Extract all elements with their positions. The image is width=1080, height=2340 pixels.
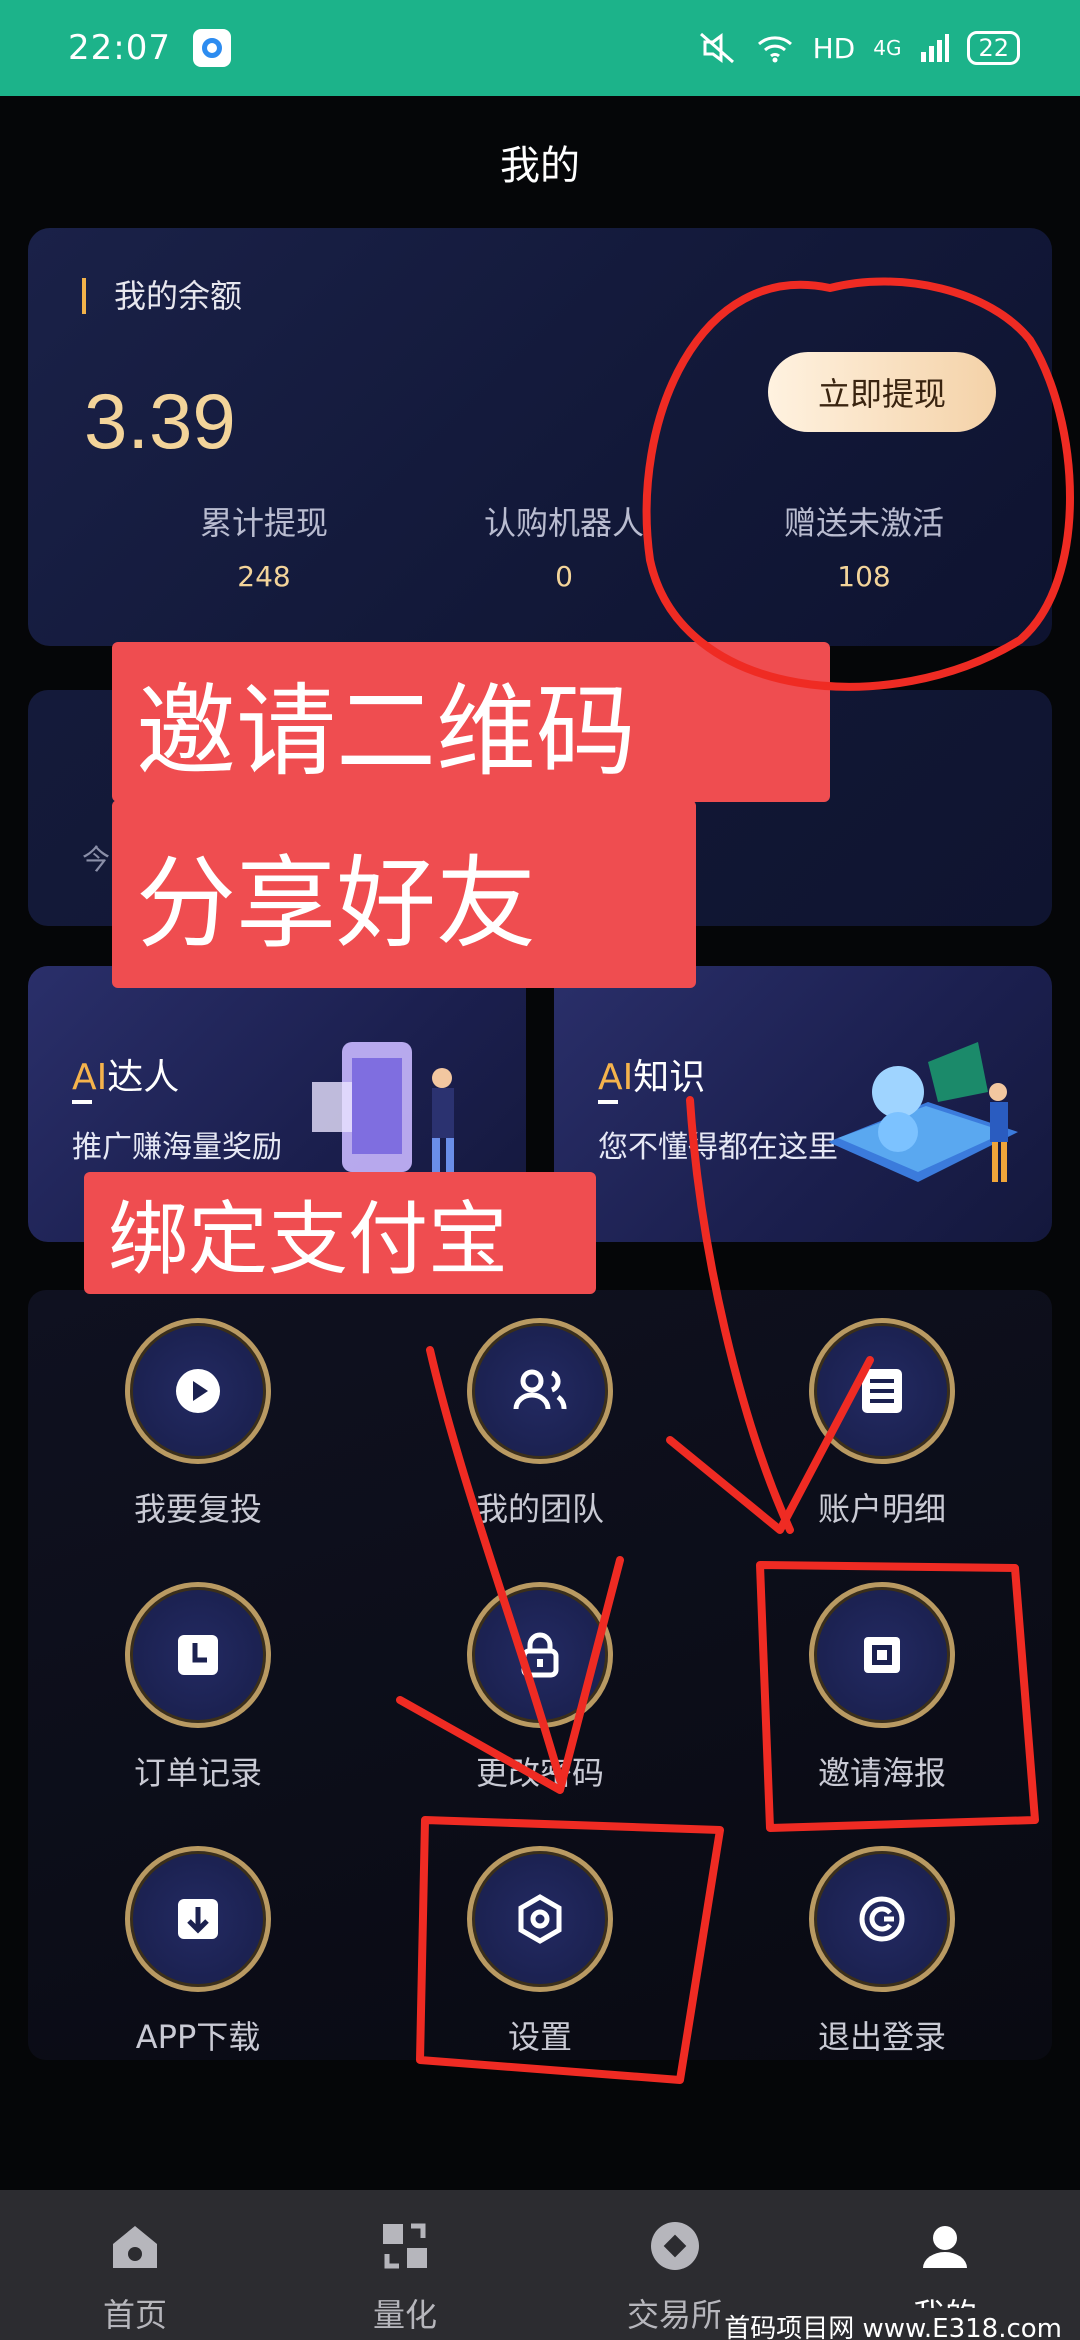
promo-ai-prefix: AI xyxy=(598,1057,634,1098)
menu-account-details[interactable]: 账户明细 xyxy=(762,1318,1002,1558)
menu-app-download[interactable]: APP下载 xyxy=(78,1846,318,2086)
menu-icon-circle xyxy=(125,1582,271,1728)
overlay-text: 分享好友 xyxy=(136,844,536,962)
nav-label: 量化 xyxy=(372,2296,437,2334)
promo-title-text: 知识 xyxy=(633,1057,706,1098)
balance-amount: 3.39 xyxy=(84,377,236,465)
menu-label: 邀请海报 xyxy=(817,1754,946,1792)
clock-icon xyxy=(178,1635,218,1675)
overlay-text: 邀请二维码 xyxy=(136,672,636,790)
wifi-icon xyxy=(757,36,792,63)
stat-inactive-gift: 赠送未激活 108 xyxy=(714,498,1014,593)
promo-ai-prefix: AI xyxy=(72,1057,108,1098)
menu-label: 订单记录 xyxy=(133,1754,262,1792)
stat-value: 108 xyxy=(837,560,891,593)
profile-icon xyxy=(923,2226,967,2268)
stat-value: 0 xyxy=(555,560,573,593)
lock-icon xyxy=(521,1632,559,1678)
stat-robots: 认购机器人 0 xyxy=(414,498,714,593)
menu-logout[interactable]: 退出登录 xyxy=(762,1846,1002,2086)
download-icon xyxy=(178,1899,218,1939)
promo-title-text: 达人 xyxy=(107,1057,180,1098)
menu-icon-circle xyxy=(467,1582,613,1728)
menu-label: 设置 xyxy=(507,2018,572,2056)
signal-icon xyxy=(921,34,950,62)
promo-divider xyxy=(72,1100,92,1104)
menu-icon-circle xyxy=(467,1318,613,1464)
mute-icon xyxy=(699,32,734,64)
team-icon xyxy=(513,1369,567,1410)
menu-change-password[interactable]: 更改密码 xyxy=(420,1582,660,1822)
stat-value: 248 xyxy=(237,560,291,593)
exchange-icon xyxy=(651,2222,699,2270)
watermark: 首码项目网 www.E318.com xyxy=(720,2308,1066,2340)
signal-label: 4G xyxy=(873,36,902,60)
network-label: HD xyxy=(812,31,856,65)
menu-label: 我的团队 xyxy=(475,1490,604,1528)
stat-total-withdrawn: 累计提现 248 xyxy=(114,498,414,593)
share-friends-overlay-label: 分享好友 xyxy=(112,800,696,988)
stat-label: 累计提现 xyxy=(199,504,328,542)
menu-icon-circle xyxy=(809,1318,955,1464)
menu-icon-circle xyxy=(809,1846,955,1992)
home-icon xyxy=(113,2226,157,2268)
page-title: 我的 xyxy=(500,143,580,189)
promo-title: AI知识 xyxy=(598,1048,705,1100)
menu-order-history[interactable]: 订单记录 xyxy=(78,1582,318,1822)
bind-alipay-overlay-label: 绑定支付宝 xyxy=(84,1172,596,1294)
menu-icon-circle xyxy=(467,1846,613,1992)
nav-quant[interactable]: 量化 xyxy=(270,2190,540,2340)
menu-label: 我要复投 xyxy=(133,1490,262,1528)
status-time: 22:07 xyxy=(68,28,171,68)
stat-label: 赠送未激活 xyxy=(783,504,944,542)
list-icon xyxy=(862,1369,902,1413)
promo-subtitle: 您不懂得都在这里 xyxy=(598,1130,838,1165)
app-notification-icon xyxy=(192,29,231,67)
menu-icon-circle xyxy=(809,1582,955,1728)
battery-indicator: 22 xyxy=(967,31,1020,65)
qr-icon xyxy=(864,1637,900,1673)
menu-reinvest[interactable]: 我要复投 xyxy=(78,1318,318,1558)
menu-my-team[interactable]: 我的团队 xyxy=(420,1318,660,1558)
menu-icon-circle xyxy=(125,1318,271,1464)
menu-label: 账户明细 xyxy=(817,1490,946,1528)
logout-icon xyxy=(859,1896,905,1942)
stat-label: 认购机器人 xyxy=(483,504,644,542)
status-icons: HD 4G 22 xyxy=(697,31,1020,65)
promo-subtitle: 推广赚海量奖励 xyxy=(72,1130,282,1165)
promo-title: AI达人 xyxy=(72,1048,179,1100)
nav-home[interactable]: 首页 xyxy=(0,2190,270,2340)
settings-icon xyxy=(518,1894,562,1944)
balance-card: 我的余额 3.39 立即提现 累计提现 248 认购机器人 0 赠送未激活 10… xyxy=(28,228,1052,646)
balance-title: 我的余额 xyxy=(82,278,242,314)
nav-label: 首页 xyxy=(102,2296,167,2334)
balance-stats: 累计提现 248 认购机器人 0 赠送未激活 108 xyxy=(28,498,1052,593)
quant-icon xyxy=(383,2223,427,2269)
withdraw-button[interactable]: 立即提现 xyxy=(768,352,996,432)
promo-ai-knowledge-card[interactable]: AI知识 您不懂得都在这里 xyxy=(554,966,1052,1242)
menu-settings[interactable]: 设置 xyxy=(420,1846,660,2086)
invite-qr-overlay-label: 邀请二维码 xyxy=(112,642,830,802)
play-icon xyxy=(176,1369,220,1413)
menu-invite-poster[interactable]: 邀请海报 xyxy=(762,1582,1002,1822)
promo-divider xyxy=(598,1100,618,1104)
menu-icon-circle xyxy=(125,1846,271,1992)
status-bar: 22:07 HD 4G 22 xyxy=(0,0,1080,96)
overlay-text: 绑定支付宝 xyxy=(108,1193,508,1286)
robot-illustration-icon xyxy=(828,1042,1018,1182)
menu-label: APP下载 xyxy=(135,2018,261,2056)
menu-label: 更改密码 xyxy=(475,1754,604,1792)
menu-label: 退出登录 xyxy=(817,2018,946,2056)
